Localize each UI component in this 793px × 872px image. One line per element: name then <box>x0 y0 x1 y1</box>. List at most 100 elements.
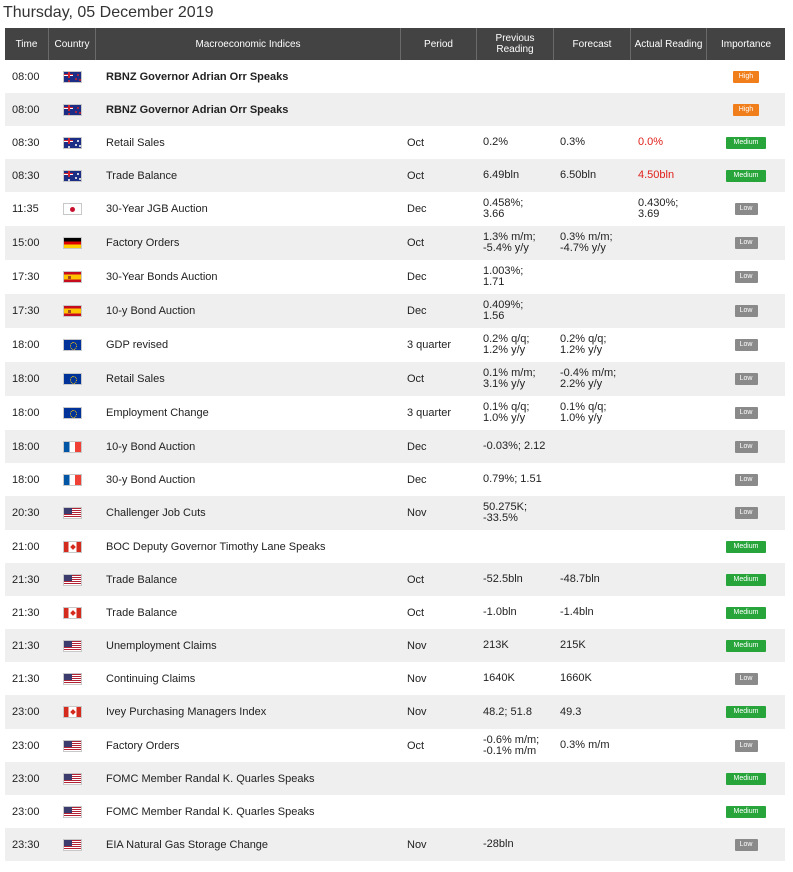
header-indices: Macroeconomic Indices <box>96 28 401 60</box>
importance-badge: Medium <box>726 606 766 619</box>
row-country <box>49 430 96 463</box>
row-previous-value: 6.49bln <box>483 169 520 181</box>
row-importance: Low <box>707 192 785 226</box>
row-time: 08:00 <box>12 103 40 116</box>
row-forecast: 0.3% m/m; -4.7% y/y <box>554 226 631 260</box>
table-row: 08:00 RBNZ Governor Adrian Orr Speaks High <box>5 60 785 93</box>
row-country <box>49 662 96 695</box>
header-actual: Actual Reading <box>631 28 707 60</box>
row-indicator[interactable]: 10-y Bond Auction <box>96 430 401 463</box>
row-time: 18:00 <box>12 339 40 351</box>
table-row: 08:30 Trade Balance Oct 6.49bln 6.50bln 4.50b… <box>5 159 785 192</box>
row-previous <box>477 530 554 563</box>
us-flag-icon <box>63 805 82 818</box>
row-indicator[interactable]: RBNZ Governor Adrian Orr Speaks <box>96 93 401 126</box>
row-period: Nov <box>407 639 427 652</box>
row-time: 20:30 <box>12 507 40 519</box>
row-indicator[interactable]: Factory Orders <box>96 226 401 260</box>
row-indicator[interactable]: Trade Balance <box>96 159 401 192</box>
header-forecast: Forecast <box>554 28 631 60</box>
row-time: 21:30 <box>12 672 40 685</box>
row-time: 21:00 <box>12 540 40 553</box>
importance-badge: Low <box>734 507 758 519</box>
calendar-table: Time Country Macroeconomic Indices Perio… <box>5 28 785 861</box>
table-row: 18:00 10-y Bond Auction Dec -0.03%; 2.12 Low <box>5 430 785 463</box>
row-forecast: 49.3 <box>554 695 631 729</box>
row-indicator[interactable]: 30-Year JGB Auction <box>96 192 401 226</box>
table-row: 21:30 Continuing Claims Nov 1640K 1660K Low <box>5 662 785 695</box>
table-row: 21:30 Trade Balance Oct -1.0bln -1.4bln Mediu… <box>5 596 785 629</box>
row-time: 23:30 <box>12 838 40 851</box>
row-indicator[interactable]: RBNZ Governor Adrian Orr Speaks <box>96 60 401 93</box>
row-indicator[interactable]: Challenger Job Cuts <box>96 496 401 530</box>
table-row: 23:00 FOMC Member Randal K. Quarles Speak… <box>5 795 785 828</box>
row-importance: Medium <box>707 629 785 662</box>
row-time: 23:00 <box>12 739 40 752</box>
row-actual <box>631 828 707 861</box>
table-row: 08:00 RBNZ Governor Adrian Orr Speaks High <box>5 93 785 126</box>
row-indicator[interactable]: Ivey Purchasing Managers Index <box>96 695 401 729</box>
row-indicator[interactable]: Trade Balance <box>96 563 401 596</box>
row-forecast: 6.50bln <box>554 159 631 192</box>
row-country <box>49 362 96 396</box>
row-previous-value: 48.2; 51.8 <box>483 705 532 718</box>
row-indicator[interactable]: Retail Sales <box>96 126 401 159</box>
row-indicator[interactable]: Trade Balance <box>96 596 401 629</box>
row-country <box>49 695 96 729</box>
row-previous: -28bln <box>477 828 554 861</box>
jp-flag-icon <box>63 203 82 215</box>
row-indicator[interactable]: Factory Orders <box>96 729 401 762</box>
row-forecast: 0.1% q/q; 1.0% y/y <box>554 396 631 430</box>
row-previous-value: 0.458%; 3.66 <box>483 197 524 220</box>
row-previous-value: 213K <box>483 639 509 651</box>
row-indicator[interactable]: 10-y Bond Auction <box>96 294 401 328</box>
au-flag-icon <box>63 169 82 182</box>
row-indicator[interactable]: 30-y Bond Auction <box>96 463 401 496</box>
row-country <box>49 126 96 159</box>
row-country <box>49 60 96 93</box>
row-indicator[interactable]: EIA Natural Gas Storage Change <box>96 828 401 861</box>
row-importance: Low <box>707 496 785 530</box>
row-period: Oct <box>407 573 425 586</box>
row-previous: 0.409%; 1.56 <box>477 294 554 328</box>
row-indicator[interactable]: GDP revised <box>96 328 401 362</box>
row-indicator[interactable]: FOMC Member Randal K. Quarles Speaks <box>96 762 401 795</box>
row-country <box>49 192 96 226</box>
row-previous-value: 0.1% m/m; 3.1% y/y <box>483 367 536 390</box>
importance-badge: Medium <box>726 573 766 586</box>
row-period: Oct <box>407 606 425 619</box>
row-previous <box>477 93 554 126</box>
table-row: 23:30 EIA Natural Gas Storage Change Nov -2… <box>5 828 785 861</box>
row-previous-value: 0.2% q/q; 1.2% y/y <box>483 333 530 356</box>
row-previous-value: -28bln <box>483 838 514 850</box>
row-actual: 0.0% <box>631 126 707 159</box>
row-actual <box>631 60 707 93</box>
row-previous: 48.2; 51.8 <box>477 695 554 729</box>
row-indicator[interactable]: Retail Sales <box>96 362 401 396</box>
row-indicator[interactable]: Unemployment Claims <box>96 629 401 662</box>
row-period: Nov <box>407 672 427 685</box>
row-period <box>401 60 477 93</box>
row-indicator[interactable]: 30-Year Bonds Auction <box>96 260 401 294</box>
row-forecast: -48.7bln <box>554 563 631 596</box>
row-time: 17:30 <box>12 305 40 317</box>
row-period: Nov <box>407 706 427 718</box>
row-actual: 0.430%; 3.69 <box>631 192 707 226</box>
row-country <box>49 596 96 629</box>
row-previous: 0.458%; 3.66 <box>477 192 554 226</box>
row-actual <box>631 294 707 328</box>
importance-badge: Medium <box>726 706 766 718</box>
importance-badge: High <box>733 103 759 116</box>
row-time: 23:00 <box>12 706 40 718</box>
row-indicator[interactable]: Continuing Claims <box>96 662 401 695</box>
row-indicator[interactable]: FOMC Member Randal K. Quarles Speaks <box>96 795 401 828</box>
us-flag-icon <box>63 739 82 752</box>
us-flag-icon <box>63 573 82 586</box>
nz-flag-icon <box>63 103 82 116</box>
row-forecast <box>554 463 631 496</box>
importance-badge: Low <box>734 440 758 453</box>
row-indicator[interactable]: Employment Change <box>96 396 401 430</box>
row-previous-value: 0.1% q/q; 1.0% y/y <box>483 401 530 424</box>
importance-badge: Low <box>734 672 758 685</box>
row-indicator[interactable]: BOC Deputy Governor Timothy Lane Speaks <box>96 530 401 563</box>
